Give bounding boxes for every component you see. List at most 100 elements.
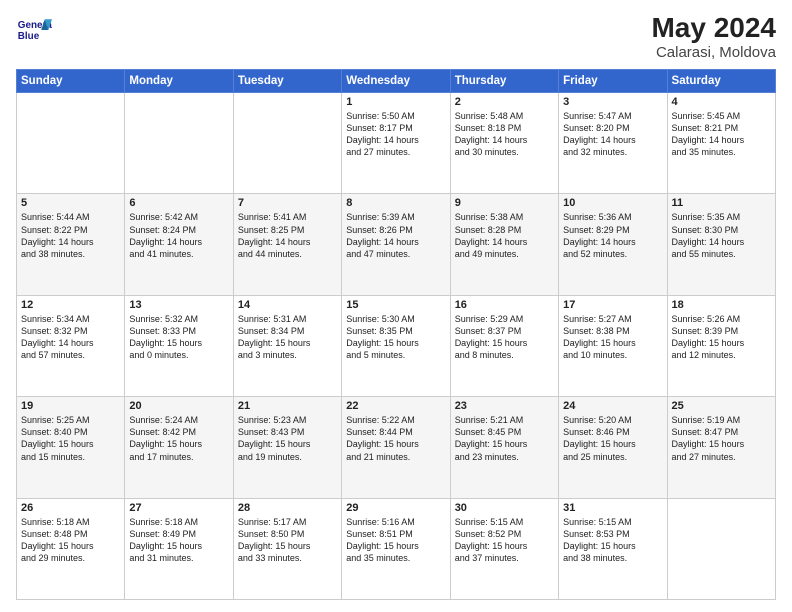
day-number: 30	[455, 502, 554, 514]
title-block: May 2024 Calarasi, Moldova	[651, 12, 776, 61]
calendar-week-row: 26 Sunrise: 5:18 AM Sunset: 8:48 PM Dayli…	[17, 498, 776, 599]
calendar-cell: 17 Sunrise: 5:27 AM Sunset: 8:38 PM Dayli…	[559, 295, 667, 396]
header: General Blue May 2024 Calarasi, Moldova	[16, 12, 776, 61]
calendar-cell: 18 Sunrise: 5:26 AM Sunset: 8:39 PM Dayli…	[667, 295, 775, 396]
cell-sun-info: Sunrise: 5:41 AM Sunset: 8:25 PM Dayligh…	[238, 211, 337, 260]
calendar-cell	[667, 498, 775, 599]
calendar-cell: 24 Sunrise: 5:20 AM Sunset: 8:46 PM Dayli…	[559, 397, 667, 498]
svg-text:Blue: Blue	[18, 31, 40, 42]
day-of-week-header: Friday	[559, 70, 667, 93]
cell-sun-info: Sunrise: 5:42 AM Sunset: 8:24 PM Dayligh…	[129, 211, 228, 260]
day-of-week-header: Sunday	[17, 70, 125, 93]
day-number: 21	[238, 400, 337, 412]
calendar-cell: 3 Sunrise: 5:47 AM Sunset: 8:20 PM Daylig…	[559, 93, 667, 194]
calendar-cell	[125, 93, 233, 194]
calendar-cell: 16 Sunrise: 5:29 AM Sunset: 8:37 PM Dayli…	[450, 295, 558, 396]
calendar-cell: 28 Sunrise: 5:17 AM Sunset: 8:50 PM Dayli…	[233, 498, 341, 599]
logo: General Blue	[16, 12, 52, 48]
month-year-title: May 2024	[651, 12, 776, 44]
calendar-cell: 4 Sunrise: 5:45 AM Sunset: 8:21 PM Daylig…	[667, 93, 775, 194]
cell-sun-info: Sunrise: 5:19 AM Sunset: 8:47 PM Dayligh…	[672, 414, 771, 463]
day-number: 12	[21, 299, 120, 311]
day-number: 10	[563, 197, 662, 209]
calendar-cell: 8 Sunrise: 5:39 AM Sunset: 8:26 PM Daylig…	[342, 194, 450, 295]
cell-sun-info: Sunrise: 5:38 AM Sunset: 8:28 PM Dayligh…	[455, 211, 554, 260]
calendar-week-row: 12 Sunrise: 5:34 AM Sunset: 8:32 PM Dayli…	[17, 295, 776, 396]
calendar-cell: 21 Sunrise: 5:23 AM Sunset: 8:43 PM Dayli…	[233, 397, 341, 498]
cell-sun-info: Sunrise: 5:47 AM Sunset: 8:20 PM Dayligh…	[563, 110, 662, 159]
day-number: 5	[21, 197, 120, 209]
day-header-row: SundayMondayTuesdayWednesdayThursdayFrid…	[17, 70, 776, 93]
calendar-cell: 25Sunrise: 5:19 AM Sunset: 8:47 PM Dayli…	[667, 397, 775, 498]
day-number: 18	[672, 299, 771, 311]
cell-sun-info: Sunrise: 5:36 AM Sunset: 8:29 PM Dayligh…	[563, 211, 662, 260]
cell-sun-info: Sunrise: 5:22 AM Sunset: 8:44 PM Dayligh…	[346, 414, 445, 463]
day-number: 26	[21, 502, 120, 514]
day-number: 13	[129, 299, 228, 311]
calendar-cell: 1Sunrise: 5:50 AM Sunset: 8:17 PM Daylig…	[342, 93, 450, 194]
day-number: 6	[129, 197, 228, 209]
cell-sun-info: Sunrise: 5:15 AM Sunset: 8:52 PM Dayligh…	[455, 516, 554, 565]
cell-sun-info: Sunrise: 5:34 AM Sunset: 8:32 PM Dayligh…	[21, 313, 120, 362]
cell-sun-info: Sunrise: 5:45 AM Sunset: 8:21 PM Dayligh…	[672, 110, 771, 159]
day-number: 2	[455, 96, 554, 108]
calendar-cell: 15 Sunrise: 5:30 AM Sunset: 8:35 PM Dayli…	[342, 295, 450, 396]
calendar-cell: 27Sunrise: 5:18 AM Sunset: 8:49 PM Dayli…	[125, 498, 233, 599]
page: General Blue May 2024 Calarasi, Moldova …	[0, 0, 792, 612]
day-number: 24	[563, 400, 662, 412]
cell-sun-info: Sunrise: 5:23 AM Sunset: 8:43 PM Dayligh…	[238, 414, 337, 463]
day-number: 11	[672, 197, 771, 209]
cell-sun-info: Sunrise: 5:18 AM Sunset: 8:49 PM Dayligh…	[129, 516, 228, 565]
day-of-week-header: Tuesday	[233, 70, 341, 93]
calendar-cell: 10 Sunrise: 5:36 AM Sunset: 8:29 PM Dayli…	[559, 194, 667, 295]
cell-sun-info: Sunrise: 5:16 AM Sunset: 8:51 PM Dayligh…	[346, 516, 445, 565]
day-number: 28	[238, 502, 337, 514]
calendar-cell: 29 Sunrise: 5:16 AM Sunset: 8:51 PM Dayli…	[342, 498, 450, 599]
calendar-cell: 6 Sunrise: 5:42 AM Sunset: 8:24 PM Daylig…	[125, 194, 233, 295]
calendar-cell: 19Sunrise: 5:25 AM Sunset: 8:40 PM Dayli…	[17, 397, 125, 498]
cell-sun-info: Sunrise: 5:30 AM Sunset: 8:35 PM Dayligh…	[346, 313, 445, 362]
day-number: 19	[21, 400, 120, 412]
cell-sun-info: Sunrise: 5:17 AM Sunset: 8:50 PM Dayligh…	[238, 516, 337, 565]
day-of-week-header: Thursday	[450, 70, 558, 93]
day-number: 23	[455, 400, 554, 412]
calendar-cell: 11 Sunrise: 5:35 AM Sunset: 8:30 PM Dayli…	[667, 194, 775, 295]
calendar-cell: 23 Sunrise: 5:21 AM Sunset: 8:45 PM Dayli…	[450, 397, 558, 498]
calendar-cell: 20Sunrise: 5:24 AM Sunset: 8:42 PM Dayli…	[125, 397, 233, 498]
cell-sun-info: Sunrise: 5:32 AM Sunset: 8:33 PM Dayligh…	[129, 313, 228, 362]
day-of-week-header: Saturday	[667, 70, 775, 93]
calendar-cell	[17, 93, 125, 194]
day-number: 14	[238, 299, 337, 311]
cell-sun-info: Sunrise: 5:50 AM Sunset: 8:17 PM Dayligh…	[346, 110, 445, 159]
cell-sun-info: Sunrise: 5:44 AM Sunset: 8:22 PM Dayligh…	[21, 211, 120, 260]
cell-sun-info: Sunrise: 5:18 AM Sunset: 8:48 PM Dayligh…	[21, 516, 120, 565]
cell-sun-info: Sunrise: 5:29 AM Sunset: 8:37 PM Dayligh…	[455, 313, 554, 362]
calendar-cell: 13 Sunrise: 5:32 AM Sunset: 8:33 PM Dayli…	[125, 295, 233, 396]
day-of-week-header: Wednesday	[342, 70, 450, 93]
cell-sun-info: Sunrise: 5:26 AM Sunset: 8:39 PM Dayligh…	[672, 313, 771, 362]
calendar-table: SundayMondayTuesdayWednesdayThursdayFrid…	[16, 69, 776, 600]
calendar-cell: 2Sunrise: 5:48 AM Sunset: 8:18 PM Daylig…	[450, 93, 558, 194]
cell-sun-info: Sunrise: 5:27 AM Sunset: 8:38 PM Dayligh…	[563, 313, 662, 362]
cell-sun-info: Sunrise: 5:21 AM Sunset: 8:45 PM Dayligh…	[455, 414, 554, 463]
calendar-cell: 5 Sunrise: 5:44 AM Sunset: 8:22 PM Daylig…	[17, 194, 125, 295]
cell-sun-info: Sunrise: 5:35 AM Sunset: 8:30 PM Dayligh…	[672, 211, 771, 260]
cell-sun-info: Sunrise: 5:20 AM Sunset: 8:46 PM Dayligh…	[563, 414, 662, 463]
calendar-cell: 14Sunrise: 5:31 AM Sunset: 8:34 PM Dayli…	[233, 295, 341, 396]
day-number: 8	[346, 197, 445, 209]
day-number: 29	[346, 502, 445, 514]
day-number: 7	[238, 197, 337, 209]
day-number: 17	[563, 299, 662, 311]
calendar-cell: 30 Sunrise: 5:15 AM Sunset: 8:52 PM Dayli…	[450, 498, 558, 599]
day-number: 16	[455, 299, 554, 311]
day-number: 31	[563, 502, 662, 514]
calendar-cell: 9Sunrise: 5:38 AM Sunset: 8:28 PM Daylig…	[450, 194, 558, 295]
calendar-week-row: 5 Sunrise: 5:44 AM Sunset: 8:22 PM Daylig…	[17, 194, 776, 295]
calendar-week-row: 1Sunrise: 5:50 AM Sunset: 8:17 PM Daylig…	[17, 93, 776, 194]
day-number: 15	[346, 299, 445, 311]
calendar-week-row: 19Sunrise: 5:25 AM Sunset: 8:40 PM Dayli…	[17, 397, 776, 498]
calendar-cell: 22Sunrise: 5:22 AM Sunset: 8:44 PM Dayli…	[342, 397, 450, 498]
cell-sun-info: Sunrise: 5:39 AM Sunset: 8:26 PM Dayligh…	[346, 211, 445, 260]
day-number: 4	[672, 96, 771, 108]
day-number: 3	[563, 96, 662, 108]
